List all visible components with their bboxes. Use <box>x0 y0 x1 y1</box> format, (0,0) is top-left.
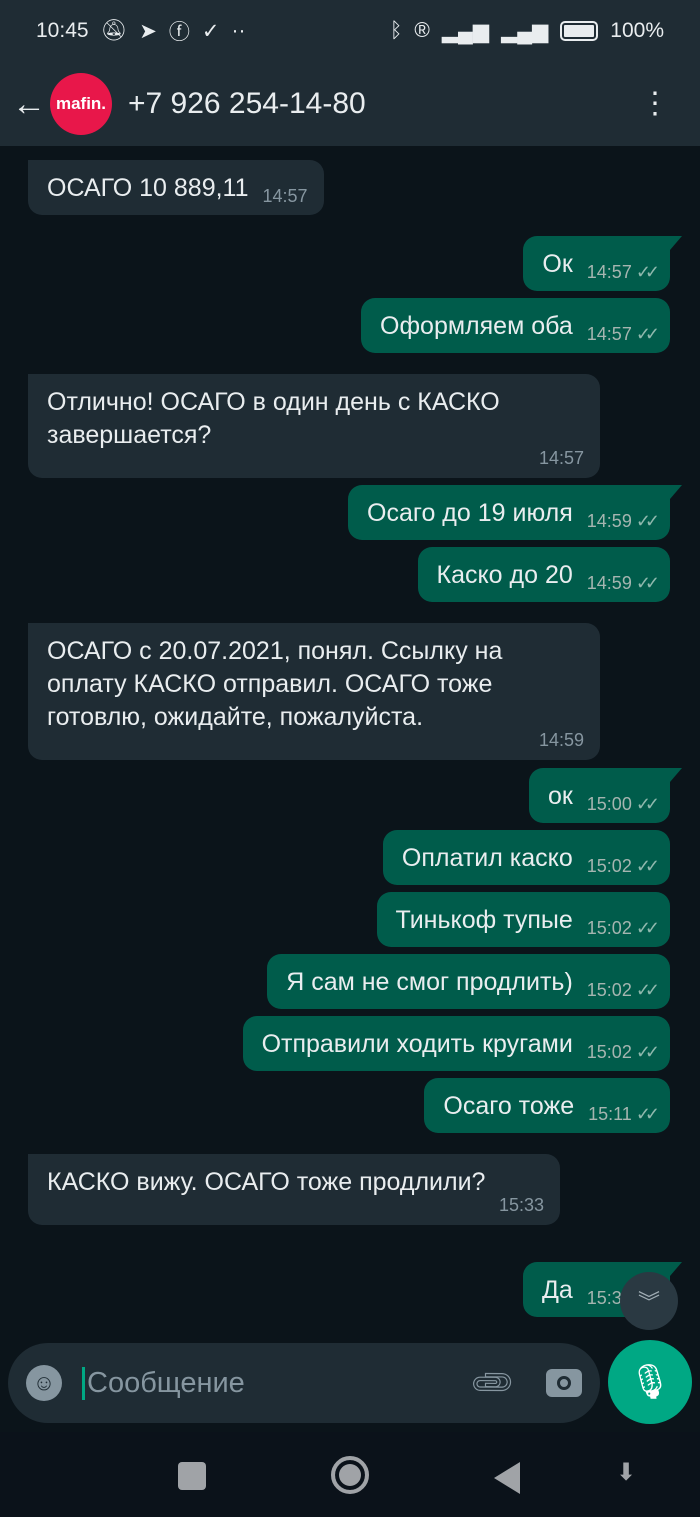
message-time-wrap: 14:59 <box>61 730 584 750</box>
message-time-wrap: 15:02 ✓✓ <box>586 912 660 945</box>
message-text: ОСАГО 10 889,11 <box>47 174 249 202</box>
message-text: Осаго до 19 июля <box>367 499 573 527</box>
read-ticks-icon: ✓✓ <box>635 1104 660 1124</box>
message-bubble-in[interactable]: Отлично! ОСАГО в один день с КАСКО завер… <box>28 374 600 478</box>
message-text: Ок <box>542 250 573 278</box>
message-bubble-out[interactable]: Отправили ходить кругами 15:02 ✓✓ <box>242 1016 670 1071</box>
message-bubble-out[interactable]: Оформляем оба 14:57 ✓✓ <box>361 298 670 353</box>
message-time: 14:57 <box>538 448 584 468</box>
system-nav-bar: ⬇ <box>0 1432 700 1517</box>
message-time-wrap: 14:57 ✓✓ <box>586 256 660 289</box>
message-text: Отправили ходить кругами <box>261 1030 573 1058</box>
read-ticks-icon: ✓✓ <box>635 1042 660 1062</box>
accessibility-icon[interactable]: ⬇ <box>616 1458 636 1487</box>
message-time-wrap: 15:33 <box>61 1195 544 1215</box>
message-input[interactable] <box>82 1366 422 1400</box>
avatar[interactable]: mafin. <box>50 73 112 135</box>
message-time: 15:02 <box>586 856 632 876</box>
recents-button[interactable] <box>178 1462 206 1490</box>
message-bubble-in[interactable]: КАСКО вижу. ОСАГО тоже продлили? 15:33 <box>28 1154 560 1225</box>
back-button[interactable] <box>494 1462 520 1494</box>
message-time-wrap: 15:02 ✓✓ <box>586 850 660 883</box>
check-circle-icon: ✓ <box>201 19 220 43</box>
message-text: Каско до 20 <box>436 561 573 589</box>
read-ticks-icon: ✓✓ <box>635 511 660 531</box>
more-options-icon[interactable]: ⋮ <box>640 89 670 119</box>
message-time-wrap: 15:02 ✓✓ <box>586 1036 660 1069</box>
message-bubble-in[interactable]: ОСАГО с 20.07.2021, понял. Ссылку на опл… <box>28 623 600 760</box>
read-ticks-icon: ✓✓ <box>635 794 660 814</box>
message-text: Да <box>541 1276 573 1304</box>
read-ticks-icon: ✓✓ <box>635 918 660 938</box>
more-notifications-icon: ·· <box>231 19 246 42</box>
message-text: Тинькоф тупые <box>395 906 573 934</box>
message-time: 15:02 <box>586 918 632 938</box>
message-text: Я сам не смог продлить) <box>286 968 573 996</box>
message-time: 15:11 <box>588 1104 632 1124</box>
message-time-wrap: 14:57 <box>263 180 308 213</box>
message-bubble-out[interactable]: Осаго до 19 июля 14:59 ✓✓ <box>348 485 682 540</box>
read-ticks-icon: ✓✓ <box>635 324 660 344</box>
chat-header: ← mafin. +7 926 254-14-80 ⋮ <box>0 62 700 148</box>
message-time-wrap: 14:59 ✓✓ <box>586 567 660 600</box>
message-text: Осаго тоже <box>443 1092 575 1120</box>
voice-record-button[interactable]: 🎙︎ <box>608 1340 692 1424</box>
message-text: ок <box>547 782 573 810</box>
signal-icon: ▂▄▆ <box>441 19 490 43</box>
4g-signal-icon: ▂▄▆ <box>501 19 549 43</box>
roaming-icon: ® <box>414 19 430 42</box>
message-composer: ☺ 📎︎ <box>8 1343 600 1423</box>
message-bubble-in[interactable]: ОСАГО 10 889,11 14:57 <box>28 160 324 215</box>
message-bubble-out[interactable]: Каско до 20 14:59 ✓✓ <box>417 547 670 602</box>
message-time: 14:59 <box>586 573 632 593</box>
back-arrow-icon[interactable]: ← <box>12 85 48 124</box>
message-bubble-out[interactable]: Осаго тоже 15:11 ✓✓ <box>424 1078 670 1133</box>
message-time-wrap: 15:02 ✓✓ <box>586 974 660 1007</box>
camera-icon[interactable] <box>546 1369 582 1397</box>
scroll-down-button[interactable]: ︾ <box>620 1272 678 1330</box>
message-time: 15:00 <box>586 794 632 814</box>
mute-icon: 🔕︎ <box>100 19 128 42</box>
contact-name[interactable]: +7 926 254-14-80 <box>128 87 366 121</box>
microphone-icon: 🎙︎ <box>628 1363 672 1401</box>
battery-icon <box>560 21 599 41</box>
message-bubble-out[interactable]: ок 15:00 ✓✓ <box>528 768 683 823</box>
message-time-wrap: 14:57 <box>61 448 584 468</box>
double-chevron-down-icon: ︾ <box>637 1290 660 1315</box>
attach-icon[interactable]: 📎︎ <box>467 1357 519 1409</box>
message-text: Отлично! ОСАГО в один день с КАСКО завер… <box>47 388 500 449</box>
clock: 10:45 <box>36 19 89 42</box>
message-time-wrap: 15:00 ✓✓ <box>586 788 660 821</box>
message-time: 14:57 <box>586 262 632 282</box>
message-time: 15:33 <box>498 1195 544 1215</box>
message-time: 14:57 <box>262 186 308 206</box>
read-ticks-icon: ✓✓ <box>635 980 660 1000</box>
message-time-wrap: 14:59 ✓✓ <box>586 505 660 538</box>
telegram-icon: ➤ <box>139 19 157 43</box>
read-ticks-icon: ✓✓ <box>635 573 660 593</box>
emoji-icon[interactable]: ☺ <box>26 1365 62 1401</box>
message-bubble-out[interactable]: Оплатил каско 15:02 ✓✓ <box>382 830 670 885</box>
message-list[interactable]: ОСАГО 10 889,11 14:57 Ок 14:57 ✓✓ Оформляем о… <box>0 150 700 1330</box>
message-text: Оплатил каско <box>401 844 573 872</box>
message-text: Оформляем оба <box>380 312 573 340</box>
message-text: ОСАГО с 20.07.2021, понял. Ссылку на опл… <box>47 637 503 731</box>
read-ticks-icon: ✓✓ <box>635 856 660 876</box>
battery-level: 100% <box>610 19 664 42</box>
message-time-wrap: 15:11 ✓✓ <box>588 1098 660 1131</box>
message-time: 15:02 <box>586 980 632 1000</box>
message-time: 15:02 <box>586 1042 632 1062</box>
home-button[interactable] <box>331 1456 369 1494</box>
status-bar: 10:45 🔕︎ ➤ ⓕ ✓ ·· ᛒ ® ▂▄▆ ▂▄▆ 100% <box>0 0 700 62</box>
message-time: 14:57 <box>586 324 632 344</box>
message-bubble-out[interactable]: Тинькоф тупые 15:02 ✓✓ <box>376 892 670 947</box>
message-time: 14:59 <box>586 511 632 531</box>
facebook-icon: ⓕ <box>168 21 190 44</box>
message-bubble-out[interactable]: Я сам не смог продлить) 15:02 ✓✓ <box>267 954 670 1009</box>
read-ticks-icon: ✓✓ <box>635 262 660 282</box>
bluetooth-icon: ᛒ <box>389 19 403 42</box>
message-bubble-out[interactable]: Ок 14:57 ✓✓ <box>523 236 682 291</box>
message-time-wrap: 14:57 ✓✓ <box>586 318 660 351</box>
message-time: 14:59 <box>538 730 584 750</box>
